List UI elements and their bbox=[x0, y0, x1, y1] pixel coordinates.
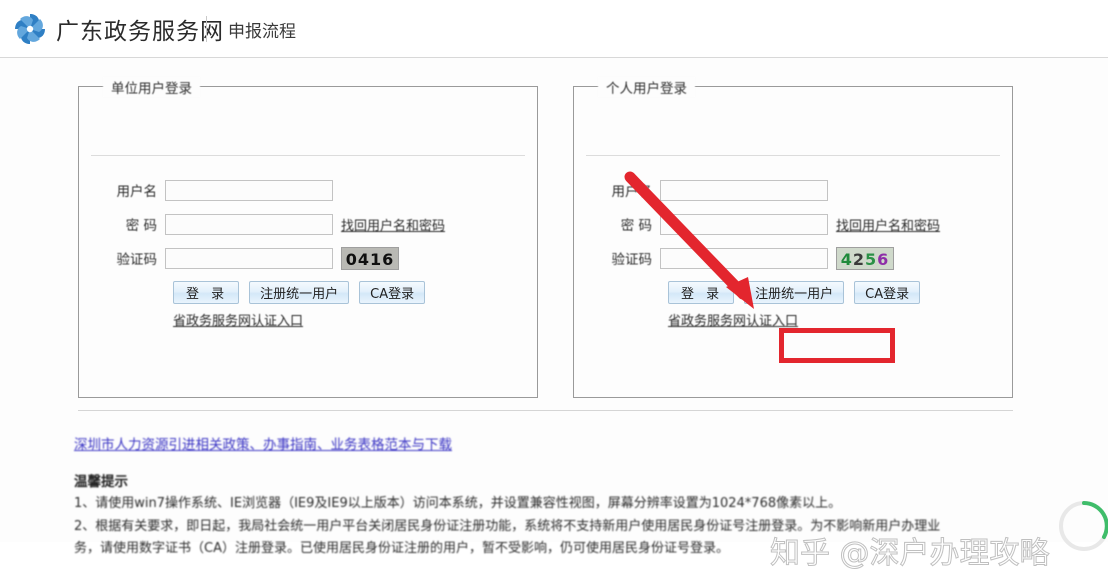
personal-captcha-image[interactable]: 4256 bbox=[836, 246, 894, 270]
corporate-button-row: 登 录 注册统一用户 CA登录 bbox=[79, 281, 537, 304]
notice-item: 务，请使用数字证书（CA）注册登录。已使用居民身份证注册的用户，暂不受影响，仍可… bbox=[74, 541, 729, 556]
corporate-password-label: 密 码 bbox=[125, 218, 157, 234]
corporate-login-form: 用户名 密 码 找回用户名和密码 验证码 0416 登 录 注册统一用户 CA登… bbox=[79, 173, 537, 329]
personal-login-form: 用户名 密 码 找回用户名和密码 验证码 4256 登 录 注册统一用户 CA登… bbox=[574, 173, 1012, 329]
personal-captcha-char-4: 6 bbox=[877, 249, 890, 269]
personal-captcha-char-1: 4 bbox=[840, 249, 853, 269]
corporate-login-panel: 单位用户登录 用户名 密 码 找回用户名和密码 验证码 0416 登 录 注册统… bbox=[78, 77, 538, 398]
corporate-register-button[interactable]: 注册统一用户 bbox=[249, 281, 350, 304]
personal-register-button[interactable]: 注册统一用户 bbox=[744, 281, 845, 304]
personal-username-row: 用户名 bbox=[574, 173, 1012, 207]
corporate-password-input[interactable] bbox=[165, 213, 333, 235]
personal-provincial-auth-entry-link[interactable]: 省政务服务网认证入口 bbox=[668, 314, 798, 329]
corporate-username-row: 用户名 bbox=[79, 173, 537, 207]
corporate-panel-rule bbox=[91, 155, 525, 156]
progress-ring-icon bbox=[1059, 501, 1108, 551]
corporate-auth-link-row: 省政务服务网认证入口 bbox=[79, 310, 537, 329]
corporate-username-input[interactable] bbox=[165, 179, 333, 201]
personal-captcha-input[interactable] bbox=[660, 247, 828, 269]
personal-captcha-char-3: 5 bbox=[865, 249, 878, 269]
personal-ca-login-button[interactable]: CA登录 bbox=[854, 281, 921, 304]
personal-login-panel: 个人用户登录 用户名 密 码 找回用户名和密码 验证码 4256 登 录 注册统… bbox=[573, 77, 1013, 398]
personal-captcha-label: 验证码 bbox=[611, 252, 653, 268]
personal-username-label: 用户名 bbox=[611, 184, 653, 200]
personal-login-button[interactable]: 登 录 bbox=[668, 281, 735, 304]
personal-panel-rule bbox=[586, 155, 1000, 156]
personal-username-input[interactable] bbox=[660, 179, 828, 201]
corporate-captcha-row: 验证码 0416 bbox=[79, 241, 537, 275]
personal-password-row: 密 码 找回用户名和密码 bbox=[574, 207, 1012, 241]
corporate-ca-login-button[interactable]: CA登录 bbox=[359, 281, 426, 304]
header-divider bbox=[206, 16, 207, 42]
corporate-recover-credentials-link[interactable]: 找回用户名和密码 bbox=[341, 215, 445, 234]
corporate-password-row: 密 码 找回用户名和密码 bbox=[79, 207, 537, 241]
personal-password-label: 密 码 bbox=[620, 218, 652, 234]
notice-item: 1、请使用win7操作系统、IE浏览器（IE9及IE9以上版本）访问本系统，并设… bbox=[74, 496, 842, 511]
personal-button-row: 登 录 注册统一用户 CA登录 bbox=[574, 281, 1012, 304]
personal-recover-credentials-link[interactable]: 找回用户名和密码 bbox=[836, 215, 940, 234]
corporate-login-button[interactable]: 登 录 bbox=[173, 281, 240, 304]
personal-auth-link-row: 省政务服务网认证入口 bbox=[574, 310, 1012, 329]
page-content: 单位用户登录 用户名 密 码 找回用户名和密码 验证码 0416 登 录 注册统… bbox=[0, 58, 1108, 572]
page-section-title: 申报流程 bbox=[228, 22, 296, 42]
corporate-username-label: 用户名 bbox=[116, 184, 158, 200]
corporate-captcha-input[interactable] bbox=[165, 247, 333, 269]
pinwheel-logo-icon bbox=[12, 11, 48, 47]
corporate-panel-legend: 单位用户登录 bbox=[103, 77, 200, 97]
watermark-text: 知乎 @深户办理攻略 bbox=[770, 536, 1051, 572]
policy-documents-link[interactable]: 深圳市人力资源引进相关政策、办事指南、业务表格范本与下载 bbox=[74, 433, 452, 453]
personal-captcha-row: 验证码 4256 bbox=[574, 241, 1012, 275]
footer-divider bbox=[78, 410, 1013, 411]
personal-panel-legend: 个人用户登录 bbox=[598, 77, 695, 97]
personal-captcha-char-2: 2 bbox=[852, 249, 865, 269]
corporate-captcha-image[interactable]: 0416 bbox=[341, 246, 399, 270]
notice-title: 温馨提示 bbox=[74, 474, 128, 490]
site-title: 广东政务服务网 bbox=[56, 19, 224, 45]
corporate-captcha-label: 验证码 bbox=[116, 252, 158, 268]
notice-item: 2、根据有关要求，即日起，我局社会统一用户平台关闭居民身份证注册功能，系统将不支… bbox=[74, 519, 941, 534]
site-header: 广东政务服务网 申报流程 bbox=[0, 0, 1108, 58]
personal-password-input[interactable] bbox=[660, 213, 828, 235]
corporate-provincial-auth-entry-link[interactable]: 省政务服务网认证入口 bbox=[173, 314, 303, 329]
